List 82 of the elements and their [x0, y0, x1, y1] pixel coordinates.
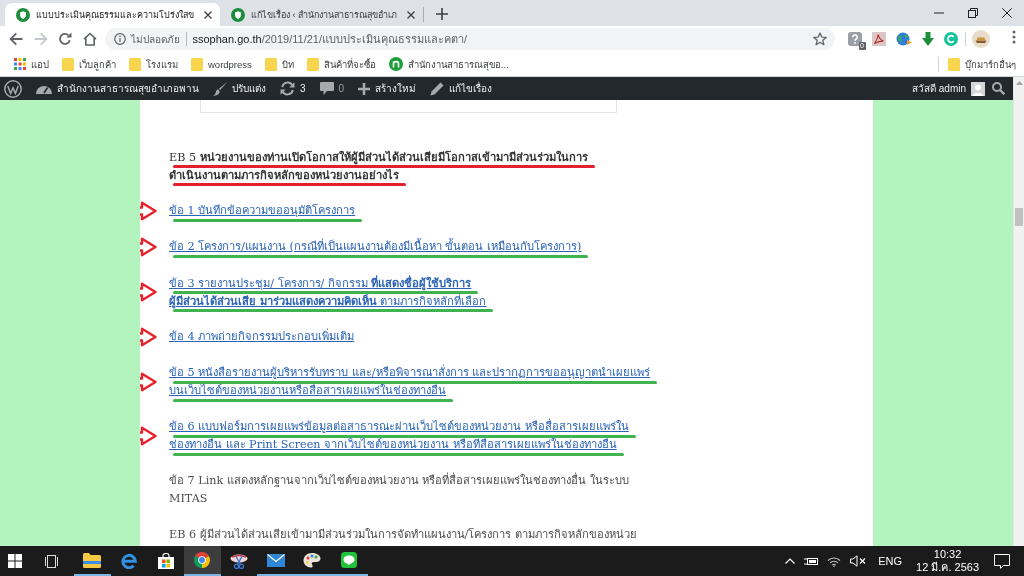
- section-heading: EB 5 หน่วยงานของท่านเปิดโอกาสให้ผู้มีส่วนได้ส่วนเสียมีโอกาสเข้ามามีส่วนร่วมในการ ดำเนินงานตามภารกิจหลักของหน่วยงานอย่างไร: [169, 149, 588, 184]
- notification-icon[interactable]: [994, 553, 1010, 569]
- folder-icon: [83, 552, 102, 568]
- close-icon[interactable]: [1002, 8, 1012, 18]
- plus-icon: [358, 82, 371, 95]
- folder-icon: [306, 57, 319, 71]
- bookmark-item[interactable]: สินค้าที่จะซื้อ: [301, 56, 381, 72]
- paragraph-text: EB 6 ผู้มีส่วนได้ส่วนเสียเข้ามามีส่วนร่วมในการจัดทำแผนงาน/โครงการ ตามภารกิจหลักของหน่วย: [169, 527, 637, 543]
- back-icon[interactable]: [9, 32, 23, 46]
- start-icon: [8, 554, 22, 568]
- folder-icon: [191, 57, 203, 71]
- shield-icon: [16, 7, 30, 22]
- address-bar[interactable]: ไม่ปลอดภัย ssophan.go.th/2019/11/21/แบบประเมินคุณธรรมและคตา/: [104, 28, 835, 50]
- bookmark-item[interactable]: แอป: [9, 56, 54, 72]
- star-icon[interactable]: [812, 32, 827, 46]
- shield-icon: [231, 7, 245, 22]
- document-link[interactable]: ข้อ 4 ภาพถ่ายกิจกรรมประกอบเพิ่มเติม: [169, 328, 355, 346]
- bookmark-item[interactable]: เว็บลูกค้า: [57, 56, 121, 72]
- comments-link[interactable]: 0: [312, 82, 352, 95]
- info-icon[interactable]: [113, 33, 126, 45]
- document-link[interactable]: ข้อ 2 โครงการ/แผนงาน (กรณีที่เป็นแผนงานต้องมีเนื้อหา ขั้นตอน เหมือนกับโครงการ): [169, 238, 582, 256]
- chevron-up-icon[interactable]: [785, 558, 796, 564]
- home-icon[interactable]: [82, 32, 97, 46]
- help-icon[interactable]: [847, 32, 862, 46]
- document-link[interactable]: ข้อ 6 แบบฟอร์มการเผยแพร่ข้อมูลต่อสาธารณะผ่านเว็บไซต์ของหน่วยงาน หรือสื่อสารเผยแพร่ใน ช่องทางอื่น และ Print Screen จากเว็บไซต์ของหน่วยงาน หรือที่สื่อสารเผยแพร่ในช่องทางอื่น: [169, 418, 629, 454]
- speaker-icon[interactable]: [850, 555, 867, 567]
- close-icon[interactable]: [204, 10, 212, 19]
- scissors-icon: [230, 553, 249, 569]
- folder-icon: [948, 57, 960, 71]
- document-link[interactable]: ข้อ 1 บันทึกข้อความขออนุมัติโครงการ: [169, 202, 356, 220]
- avatar-icon[interactable]: [971, 81, 985, 96]
- bookmark-item[interactable]: บุ๊กมาร์กอื่นๆ: [943, 56, 1021, 72]
- browser-tab[interactable]: แก้ไขเรื่อง ‹ สำนักงานสาธารณสุขอำเภ: [220, 3, 423, 26]
- search-icon[interactable]: [992, 82, 1005, 95]
- language-indicator[interactable]: ENG: [878, 555, 903, 567]
- site-name-link[interactable]: สำนักงานสาธารณสุขอำเภอพาน: [29, 81, 206, 96]
- globe-icon[interactable]: [895, 32, 912, 46]
- brush-icon: [213, 81, 227, 96]
- edit-post-link[interactable]: แก้ไขเรื่อง: [423, 81, 500, 96]
- task-view-icon: [45, 554, 59, 568]
- refresh-icon: [280, 81, 295, 96]
- new-content-menu[interactable]: สร้างใหม่: [351, 81, 424, 96]
- apps-grid-icon: [14, 58, 26, 70]
- menu-icon[interactable]: [1011, 30, 1016, 44]
- shopping-bag-icon: [157, 553, 174, 569]
- logo-icon[interactable]: [4, 79, 22, 98]
- paragraph-text: ข้อ 7 Link แสดงหลักฐานจากเว็บไซต์ของหน่วยงาน หรือที่สื่อสารเผยแพร่ในช่องทางอื่น ในระบบ MITAS: [169, 472, 629, 507]
- restore-icon[interactable]: [968, 8, 978, 18]
- chat-bubble-icon: [341, 552, 358, 568]
- battery-icon[interactable]: [804, 556, 819, 566]
- account-menu[interactable]: สวัสดี admin: [905, 81, 992, 96]
- close-icon[interactable]: [407, 10, 415, 19]
- document-link[interactable]: ข้อ 3 รายงานประชุม/ โครงการ/ กิจกรรม ที่แสดงชื่อผู้ใช้บริการ ผู้มีส่วนได้ส่วนเสีย มาร่วมแสดงความคิดเห็น ตามภารกิจหลักที่เลือก: [169, 274, 487, 310]
- clock-time[interactable]: 10:32: [933, 548, 962, 561]
- customize-link[interactable]: ปรับแต่ง: [206, 81, 273, 96]
- bookmark-item[interactable]: wordpress: [186, 57, 257, 71]
- folder-icon: [62, 57, 74, 71]
- taskbar-button[interactable]: [184, 546, 221, 576]
- color-wheel-icon: [194, 552, 211, 568]
- bookmark-item[interactable]: สำนักงานสาธารณสุขอ...: [383, 56, 514, 72]
- envelope-icon: [266, 553, 285, 567]
- document-icon[interactable]: [871, 32, 886, 46]
- bookmark-item[interactable]: โรงแรม: [124, 56, 183, 72]
- reload-icon[interactable]: [58, 32, 72, 46]
- browser-tab[interactable]: แบบประเมินคุณธรรมและความโปร่งใสข: [5, 3, 220, 26]
- palette-icon: [303, 552, 322, 568]
- wifi-icon[interactable]: [827, 555, 842, 567]
- folder-icon: [264, 57, 277, 71]
- download-icon[interactable]: [921, 32, 934, 46]
- updates-link[interactable]: 3: [273, 81, 313, 96]
- security-label[interactable]: ไม่ปลอดภัย: [130, 31, 180, 47]
- gauge-icon: [36, 83, 52, 94]
- logo-icon: [388, 57, 403, 71]
- scrollbar-thumb[interactable]: [1015, 208, 1023, 226]
- clock-date[interactable]: 12 มี.ค. 2563: [916, 561, 979, 574]
- browser-icon: [121, 553, 138, 569]
- folder-icon: [129, 57, 141, 71]
- plus-icon[interactable]: [436, 8, 448, 20]
- comment-icon: [319, 82, 334, 95]
- bookmark-item[interactable]: บิท: [259, 56, 299, 72]
- pencil-icon: [430, 81, 445, 96]
- document-link[interactable]: ข้อ 5 หนังสือรายงานผู้บริหารรับทราบ และ/หรือพิจารณาสั่งการ และปรากฏการขออนุญาตนำเผยแพร่ บนเว็บไซต์ของหน่วยงานหรือสื่อสารเผยแพร่ในช่องทางอื่น: [169, 364, 651, 400]
